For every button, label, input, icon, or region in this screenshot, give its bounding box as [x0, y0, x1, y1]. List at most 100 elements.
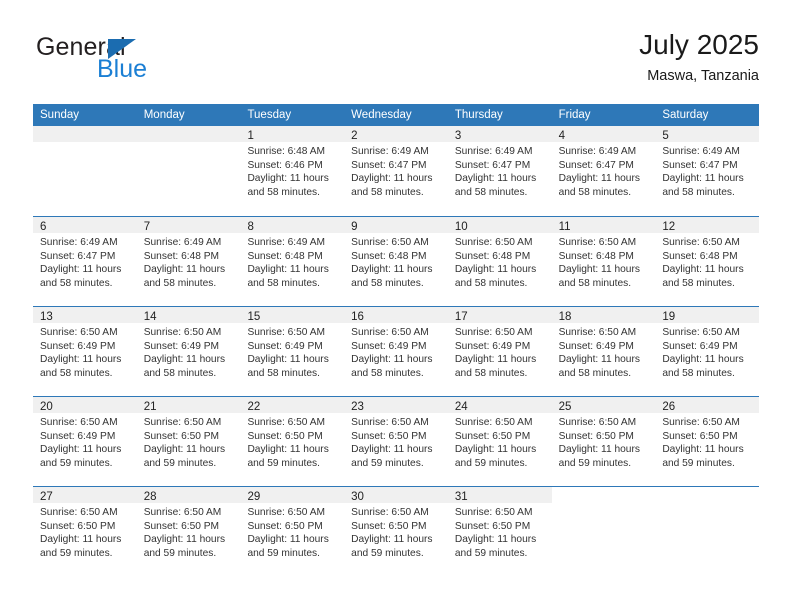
page-subtitle: Maswa, Tanzania: [647, 68, 759, 84]
calendar-day-cell[interactable]: 4 Sunrise: 6:49 AM Sunset: 6:47 PM Daylight…: [551, 126, 656, 216]
calendar-day-cell[interactable]: 26 Sunrise: 6:50 AM Sunset: 6:50 PM Dayligh…: [655, 397, 760, 486]
day-number-strip: [33, 126, 137, 142]
calendar-day-cell[interactable]: 18 Sunrise: 6:50 AM Sunset: 6:49 PM Dayligh…: [551, 307, 656, 396]
calendar-day-cell[interactable]: 9 Sunrise: 6:50 AM Sunset: 6:48 PM Daylight…: [344, 217, 448, 306]
sunrise-text: Sunrise: 6:49 AM: [558, 146, 637, 157]
calendar-day-cell-empty: [33, 126, 137, 216]
day-number: 6: [40, 221, 47, 233]
calendar-week-row: 1 Sunrise: 6:48 AM Sunset: 6:46 PM Daylight…: [33, 126, 760, 216]
calendar-day-cell[interactable]: 31 Sunrise: 6:50 AM Sunset: 6:50 PM Dayligh…: [447, 487, 552, 576]
calendar-day-cell[interactable]: 7 Sunrise: 6:49 AM Sunset: 6:48 PM Daylight…: [136, 217, 241, 306]
daylight-text-line1: Daylight: 11 hours: [143, 534, 226, 546]
day-number-strip: 24: [447, 397, 552, 413]
day-number: 13: [40, 311, 53, 323]
day-number: 14: [143, 311, 157, 323]
sunrise-text: Sunrise: 6:48 AM: [247, 146, 326, 157]
daylight-text-line2: and 59 minutes.: [143, 457, 217, 469]
sunrise-text: Sunrise: 6:50 AM: [454, 507, 533, 518]
sunrise-text: Sunrise: 6:50 AM: [40, 507, 118, 518]
calendar-day-cell[interactable]: 19 Sunrise: 6:50 AM Sunset: 6:49 PM Dayligh…: [655, 307, 760, 396]
daylight-text-line1: Daylight: 11 hours: [247, 354, 329, 366]
calendar-day-cell[interactable]: 24 Sunrise: 6:50 AM Sunset: 6:50 PM Dayligh…: [447, 397, 552, 486]
daylight-text-line2: and 59 minutes.: [351, 547, 424, 559]
day-number-strip: 20: [33, 397, 137, 413]
calendar-day-cell[interactable]: 5 Sunrise: 6:49 AM Sunset: 6:47 PM Daylight…: [655, 126, 760, 216]
sunrise-text: Sunrise: 6:49 AM: [40, 237, 118, 248]
calendar-week-row: 13 Sunrise: 6:50 AM Sunset: 6:49 PM Dayligh…: [33, 306, 760, 396]
daylight-text-line2: and 58 minutes.: [40, 367, 113, 379]
calendar-day-cell[interactable]: 3 Sunrise: 6:49 AM Sunset: 6:47 PM Daylight…: [447, 126, 552, 216]
calendar-day-cell[interactable]: 17 Sunrise: 6:50 AM Sunset: 6:49 PM Dayligh…: [447, 307, 552, 396]
daylight-text-line1: Daylight: 11 hours: [351, 264, 433, 276]
calendar-day-cell[interactable]: 29 Sunrise: 6:50 AM Sunset: 6:50 PM Dayligh…: [240, 487, 345, 576]
day-number: 23: [351, 401, 364, 413]
day-number: 22: [247, 401, 261, 413]
calendar-day-cell[interactable]: 15 Sunrise: 6:50 AM Sunset: 6:49 PM Dayligh…: [240, 307, 345, 396]
day-number: 7: [143, 221, 151, 233]
day-details: Sunrise: 6:49 AM Sunset: 6:48 PM Daylight:…: [137, 233, 241, 290]
calendar-day-cell[interactable]: 1 Sunrise: 6:48 AM Sunset: 6:46 PM Daylight…: [240, 126, 345, 216]
calendar-day-cell[interactable]: 13 Sunrise: 6:50 AM Sunset: 6:49 PM Dayligh…: [33, 307, 137, 396]
sunrise-text: Sunrise: 6:50 AM: [351, 327, 429, 338]
sunset-text: Sunset: 6:50 PM: [454, 520, 531, 532]
sunset-text: Sunset: 6:48 PM: [558, 250, 634, 262]
calendar-day-cell[interactable]: 11 Sunrise: 6:50 AM Sunset: 6:48 PM Dayligh…: [551, 217, 656, 306]
calendar-day-cell[interactable]: 10 Sunrise: 6:50 AM Sunset: 6:48 PM Dayligh…: [447, 217, 552, 306]
day-details: Sunrise: 6:50 AM Sunset: 6:50 PM Daylight:…: [655, 413, 759, 470]
daylight-text-line1: Daylight: 11 hours: [454, 534, 537, 546]
sunrise-text: Sunrise: 6:50 AM: [454, 237, 533, 248]
day-details: Sunrise: 6:49 AM Sunset: 6:47 PM Daylight:…: [33, 233, 137, 290]
daylight-text-line2: and 58 minutes.: [351, 186, 424, 198]
day-number: 20: [40, 401, 53, 413]
sunset-text: Sunset: 6:50 PM: [351, 430, 427, 442]
day-number: 12: [662, 221, 676, 233]
calendar-day-cell[interactable]: 16 Sunrise: 6:50 AM Sunset: 6:49 PM Dayligh…: [344, 307, 448, 396]
sunset-text: Sunset: 6:50 PM: [247, 520, 323, 532]
day-number-strip: 14: [136, 307, 241, 323]
calendar-day-cell[interactable]: 30 Sunrise: 6:50 AM Sunset: 6:50 PM Dayligh…: [344, 487, 448, 576]
sunset-text: Sunset: 6:48 PM: [454, 250, 531, 262]
daylight-text-line2: and 59 minutes.: [247, 547, 320, 559]
calendar-day-cell[interactable]: 2 Sunrise: 6:49 AM Sunset: 6:47 PM Daylight…: [344, 126, 448, 216]
day-details: Sunrise: 6:50 AM Sunset: 6:49 PM Daylight:…: [137, 323, 241, 380]
logo-text-blue: Blue: [97, 55, 148, 83]
daylight-text-line1: Daylight: 11 hours: [662, 444, 744, 456]
calendar-day-cell[interactable]: 8 Sunrise: 6:49 AM Sunset: 6:48 PM Daylight…: [240, 217, 345, 306]
daylight-text-line1: Daylight: 11 hours: [558, 354, 640, 366]
day-details: Sunrise: 6:50 AM Sunset: 6:49 PM Daylight:…: [344, 323, 448, 380]
calendar-day-cell[interactable]: 14 Sunrise: 6:50 AM Sunset: 6:49 PM Dayligh…: [136, 307, 241, 396]
calendar-day-cell[interactable]: 27 Sunrise: 6:50 AM Sunset: 6:50 PM Dayligh…: [33, 487, 137, 576]
calendar-day-cell[interactable]: 23 Sunrise: 6:50 AM Sunset: 6:50 PM Dayligh…: [344, 397, 448, 486]
day-number-strip: [136, 126, 241, 142]
calendar-day-cell[interactable]: 20 Sunrise: 6:50 AM Sunset: 6:49 PM Dayligh…: [33, 397, 137, 486]
day-number: 3: [454, 130, 462, 142]
daylight-text-line1: Daylight: 11 hours: [143, 354, 226, 366]
sunrise-text: Sunrise: 6:49 AM: [143, 237, 222, 248]
daylight-text-line1: Daylight: 11 hours: [351, 354, 433, 366]
sunset-text: Sunset: 6:49 PM: [558, 340, 634, 352]
daylight-text-line2: and 59 minutes.: [662, 457, 735, 469]
sunset-text: Sunset: 6:49 PM: [143, 340, 220, 352]
sunset-text: Sunset: 6:47 PM: [662, 159, 738, 171]
calendar-day-cell[interactable]: 28 Sunrise: 6:50 AM Sunset: 6:50 PM Dayligh…: [136, 487, 241, 576]
calendar-day-cell[interactable]: 25 Sunrise: 6:50 AM Sunset: 6:50 PM Dayligh…: [551, 397, 656, 486]
daylight-text-line1: Daylight: 11 hours: [247, 264, 329, 276]
day-details: Sunrise: 6:50 AM Sunset: 6:50 PM Daylight:…: [137, 413, 241, 470]
day-number-strip: 12: [655, 217, 760, 233]
day-number-strip: 15: [240, 307, 345, 323]
calendar-week-row: 6 Sunrise: 6:49 AM Sunset: 6:47 PM Daylight…: [33, 216, 760, 306]
day-number-strip: 30: [344, 487, 448, 503]
sunrise-text: Sunrise: 6:50 AM: [662, 237, 740, 248]
calendar-day-cell[interactable]: 12 Sunrise: 6:50 AM Sunset: 6:48 PM Dayligh…: [655, 217, 760, 306]
calendar-day-cell[interactable]: 6 Sunrise: 6:49 AM Sunset: 6:47 PM Daylight…: [33, 217, 137, 306]
day-number-strip: 17: [447, 307, 552, 323]
calendar-day-cell[interactable]: 21 Sunrise: 6:50 AM Sunset: 6:50 PM Dayligh…: [136, 397, 241, 486]
daylight-text-line2: and 58 minutes.: [662, 277, 735, 289]
sunrise-text: Sunrise: 6:50 AM: [351, 237, 429, 248]
daylight-text-line2: and 58 minutes.: [558, 367, 632, 379]
daylight-text-line2: and 59 minutes.: [351, 457, 424, 469]
daylight-text-line1: Daylight: 11 hours: [143, 444, 226, 456]
calendar-day-cell[interactable]: 22 Sunrise: 6:50 AM Sunset: 6:50 PM Dayligh…: [240, 397, 345, 486]
day-number: 15: [247, 311, 261, 323]
day-details: Sunrise: 6:50 AM Sunset: 6:50 PM Daylight:…: [552, 413, 656, 470]
